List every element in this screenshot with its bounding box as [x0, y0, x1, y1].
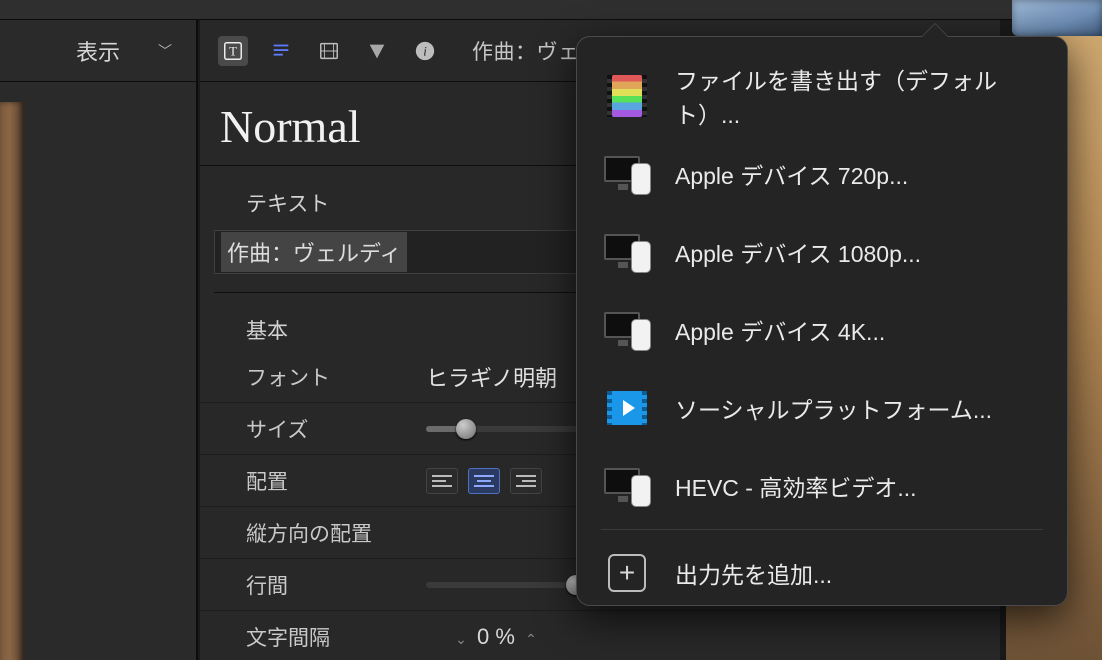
- window-top-bar: [0, 0, 1102, 20]
- menu-item-label: Apple デバイス 1080p...: [675, 235, 921, 269]
- library-sidebar: 表示 ﹀: [0, 20, 198, 660]
- menu-item-label: HEVC - 高効率ビデオ...: [675, 469, 917, 503]
- plus-icon: +: [608, 554, 646, 592]
- tracking-label: 文字間隔: [246, 622, 426, 652]
- menu-item-label: Apple デバイス 4K...: [675, 313, 885, 347]
- export-apple-4k[interactable]: Apple デバイス 4K...: [585, 291, 1059, 369]
- clip-title: 作曲：ヴェ: [472, 36, 580, 66]
- export-apple-720p[interactable]: Apple デバイス 720p...: [585, 135, 1059, 213]
- export-file-default[interactable]: ファイルを書き出す（デフォルト）...: [585, 57, 1059, 135]
- view-menu-label: 表示: [76, 35, 120, 67]
- menu-item-label: ソーシャルプラットフォーム...: [675, 391, 992, 425]
- font-label: フォント: [246, 362, 426, 392]
- triangle-icon: [366, 40, 388, 62]
- apple-devices-icon: [604, 312, 650, 348]
- color-film-icon: [612, 75, 642, 117]
- menu-item-label: Apple デバイス 720p...: [675, 157, 908, 191]
- export-hevc[interactable]: HEVC - 高効率ビデオ...: [585, 447, 1059, 525]
- thumbnail-strip[interactable]: [0, 102, 24, 660]
- info-icon: i: [414, 40, 436, 62]
- view-menu[interactable]: 表示 ﹀: [0, 20, 196, 82]
- slider-knob[interactable]: [456, 419, 476, 439]
- line-spacing-label: 行間: [246, 570, 426, 600]
- export-social-platforms[interactable]: ソーシャルプラットフォーム...: [585, 369, 1059, 447]
- apple-devices-icon: [604, 156, 650, 192]
- align-left-button[interactable]: [426, 468, 458, 494]
- menu-item-label: 出力先を追加...: [675, 556, 832, 590]
- chevron-down-icon: ﹀: [158, 41, 172, 61]
- line-spacing-slider[interactable]: [426, 582, 586, 588]
- tab-text[interactable]: T: [218, 36, 248, 66]
- row-tracking: 文字間隔 ⌄ 0 % ⌃: [200, 611, 1000, 660]
- menu-separator: [601, 529, 1043, 530]
- svg-text:T: T: [229, 44, 237, 58]
- tab-info[interactable]: i: [410, 36, 440, 66]
- size-slider[interactable]: [426, 426, 586, 432]
- tab-paragraph[interactable]: [266, 36, 296, 66]
- tab-shape[interactable]: [362, 36, 392, 66]
- size-label: サイズ: [246, 414, 426, 444]
- text-icon: T: [222, 40, 244, 62]
- menu-item-label: ファイルを書き出す（デフォルト）...: [675, 62, 1043, 130]
- valign-label: 縦方向の配置: [246, 518, 426, 548]
- stepper-up-icon[interactable]: ⌃: [521, 631, 541, 647]
- align-label: 配置: [246, 466, 426, 496]
- stepper-down-icon[interactable]: ⌄: [451, 631, 471, 647]
- filmstrip-icon: [318, 40, 340, 62]
- preview-corner: [1012, 0, 1102, 36]
- align-center-button[interactable]: [468, 468, 500, 494]
- share-destinations-popover: ファイルを書き出す（デフォルト）... Apple デバイス 720p... A…: [576, 36, 1068, 606]
- social-video-icon: [607, 391, 647, 425]
- align-right-button[interactable]: [510, 468, 542, 494]
- svg-text:i: i: [423, 44, 427, 58]
- tab-video[interactable]: [314, 36, 344, 66]
- export-apple-1080p[interactable]: Apple デバイス 1080p...: [585, 213, 1059, 291]
- paragraph-icon: [270, 40, 292, 62]
- font-picker[interactable]: ヒラギノ明朝: [426, 361, 557, 393]
- tracking-value[interactable]: ⌄ 0 % ⌃: [426, 624, 566, 650]
- add-destination[interactable]: + 出力先を追加...: [585, 534, 1059, 612]
- apple-devices-icon: [604, 234, 650, 270]
- apple-devices-icon: [604, 468, 650, 504]
- text-value: 作曲：ヴェルディ: [221, 232, 407, 272]
